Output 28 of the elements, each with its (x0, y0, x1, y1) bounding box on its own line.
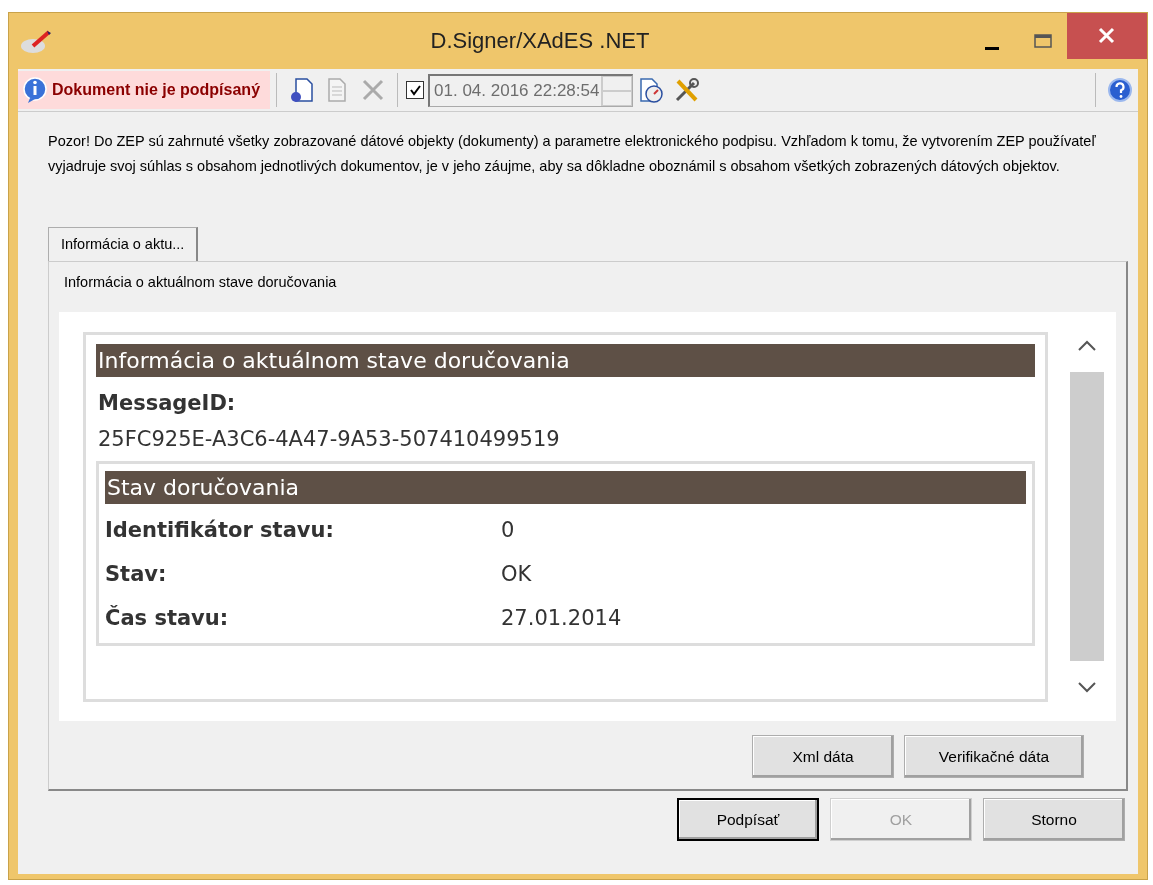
field-label: Identifikátor stavu: (105, 518, 335, 542)
sign-button[interactable]: Podpísať (677, 798, 819, 841)
window-title: D.Signer/XAdES .NET (429, 28, 651, 54)
cancel-button[interactable]: Storno (983, 798, 1125, 841)
document-clock-icon[interactable] (638, 77, 665, 103)
field-value: 27.01.2014 (501, 606, 623, 630)
field-value: 25FC925E-A3C6-4A47-9A53-507410499519 (97, 426, 561, 453)
tools-icon[interactable] (674, 77, 701, 103)
info-icon (22, 76, 48, 104)
help-icon[interactable] (1107, 77, 1133, 103)
field-label: Stav: (105, 562, 168, 586)
status-text: Dokument nie je podpísaný (52, 81, 261, 99)
close-button[interactable] (1067, 13, 1147, 59)
panel-caption: Informácia o aktuálnom stave doručovania (63, 273, 338, 292)
app-icon (19, 28, 53, 54)
field-label: Čas stavu: (105, 606, 230, 630)
timestamp-checkbox[interactable] (406, 81, 425, 99)
field-value: 0 (501, 518, 516, 542)
warning-notice: Pozor! Do ZEP sú zahrnuté všetky zobrazované dátové objekty (dokumenty) a parametre elektronického podpisu. Vzhľadom k tomu, že vytvorením ZEP používateľ vyjadruje svoj súhlas s obsahom jednotlivých dokumentov, je v jeho záujme, aby sa dôkladne oboznámil s obsahom všetkých zobrazených dátových objektov. (47, 132, 1097, 176)
tab[interactable]: Informácia o aktu... (48, 227, 199, 261)
xml-data-button[interactable]: Xml dáta (752, 735, 894, 778)
timestamp-field[interactable]: 01. 04. 2016 22:28:54 (428, 73, 634, 107)
document-heading: Informácia o aktuálnom stave doručovania (96, 344, 1035, 377)
section-heading: Stav doručovania (105, 471, 1026, 504)
field-label: MessageID: (97, 390, 237, 417)
field-value: OK (501, 562, 533, 586)
verification-data-button[interactable]: Verifikačné dáta (904, 735, 1084, 778)
document-gear-icon[interactable] (288, 77, 315, 103)
